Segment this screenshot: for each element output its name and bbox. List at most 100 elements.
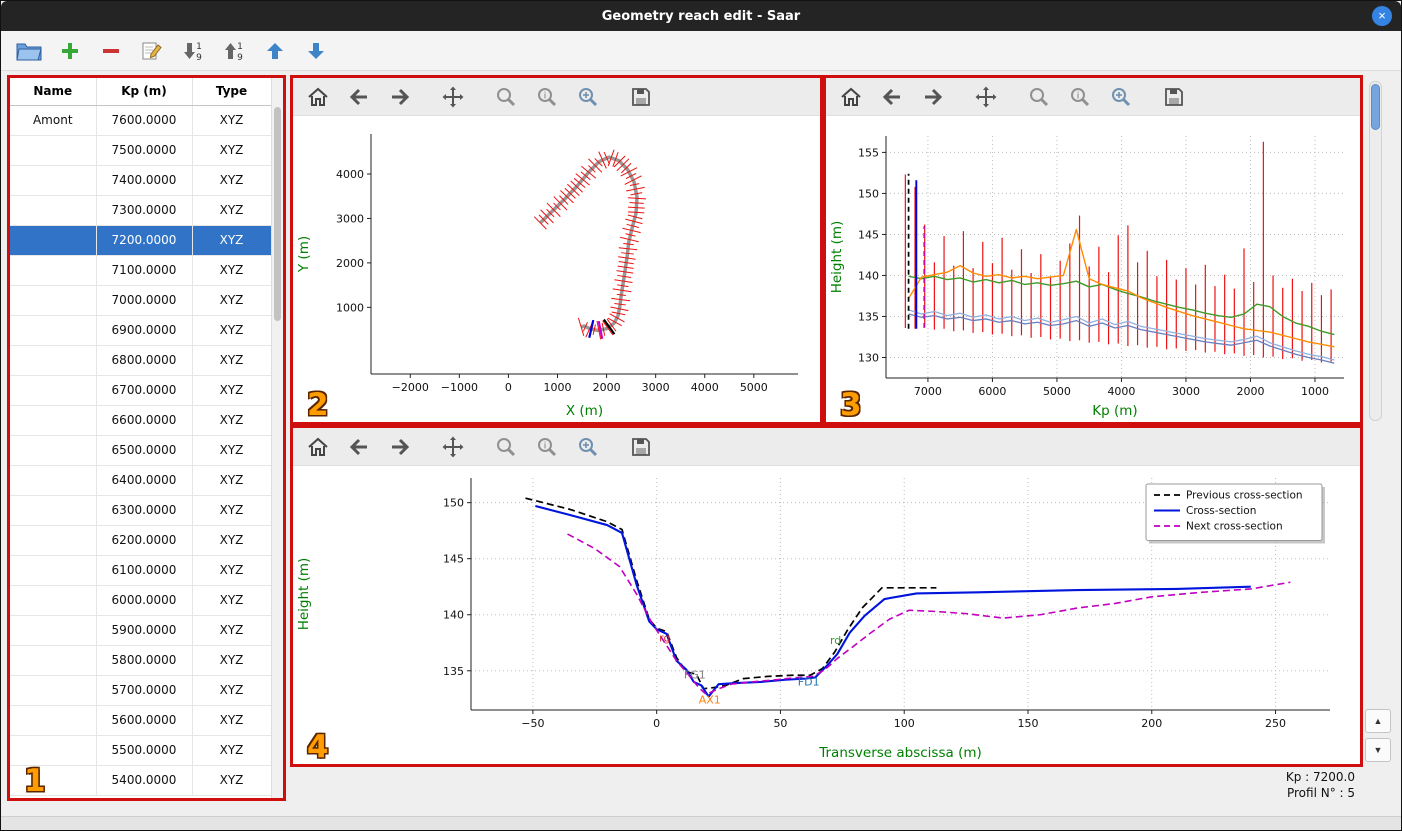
table-row[interactable]: 7500.0000 XYZ [10,135,272,166]
table-cell[interactable] [10,255,97,286]
table-cell[interactable]: XYZ [192,705,272,736]
profile-scrollbar[interactable] [1369,81,1382,421]
move-up-button[interactable] [261,37,289,65]
table-cell[interactable]: XYZ [192,495,272,526]
table-cell[interactable]: 6000.0000 [96,585,193,616]
table-cell[interactable]: XYZ [192,195,272,226]
titlebar[interactable]: Geometry reach edit - Saar × [1,1,1401,31]
zoom-original-button[interactable]: i [532,82,562,112]
table-cell[interactable] [10,345,97,376]
table-row[interactable]: 7400.0000 XYZ [10,165,272,196]
table-cell[interactable]: 6800.0000 [96,345,193,376]
table-cell[interactable]: 7300.0000 [96,195,193,226]
remove-row-button[interactable] [97,37,125,65]
back-button[interactable] [344,82,374,112]
table-cell[interactable]: Amont [10,105,97,136]
table-cell[interactable] [10,165,97,196]
move-down-button[interactable] [302,37,330,65]
home-button[interactable] [836,82,866,112]
save-button[interactable] [1159,82,1189,112]
table-row[interactable]: Amont 7600.0000 XYZ [10,105,272,136]
table-cell[interactable] [10,675,97,706]
zoom-button[interactable] [491,82,521,112]
table-row[interactable]: 7000.0000 XYZ [10,285,272,316]
table-scrollbar-thumb[interactable] [274,107,281,321]
table-row[interactable]: 5800.0000 XYZ [10,645,272,676]
table-cell[interactable]: XYZ [192,735,272,766]
table-cell[interactable]: 7200.0000 [96,225,193,256]
table-cell[interactable] [10,525,97,556]
table-row[interactable]: 7300.0000 XYZ [10,195,272,226]
table-cell[interactable]: 5500.0000 [96,735,193,766]
table-cell[interactable]: XYZ [192,465,272,496]
table-cell[interactable]: 6500.0000 [96,435,193,466]
edit-button[interactable] [138,37,166,65]
longitudinal-profile-chart[interactable]: 7000 6000 5000 4000 3000 2000 1000 130 135 140 145… [826,116,1360,422]
table-cell[interactable]: XYZ [192,165,272,196]
table-cell[interactable]: 7400.0000 [96,165,193,196]
table-cell[interactable] [10,315,97,346]
zoom-button[interactable] [1024,82,1054,112]
table-row[interactable]: 6800.0000 XYZ [10,345,272,376]
column-header-kp[interactable]: Kp (m) [96,78,193,106]
table-row[interactable]: 6300.0000 XYZ [10,495,272,526]
column-header-type[interactable]: Type [192,78,272,106]
back-button[interactable] [344,432,374,462]
table-cell[interactable] [10,195,97,226]
table-cell[interactable]: 7100.0000 [96,255,193,286]
table-row[interactable]: 6900.0000 XYZ [10,315,272,346]
table-cell[interactable]: 7500.0000 [96,135,193,166]
table-cell[interactable]: 6400.0000 [96,465,193,496]
column-header-name[interactable]: Name [10,78,97,106]
table-cell[interactable]: 6200.0000 [96,525,193,556]
table-cell[interactable] [10,495,97,526]
table-cell[interactable] [10,435,97,466]
back-button[interactable] [877,82,907,112]
zoom-rect-button[interactable] [1106,82,1136,112]
forward-button[interactable] [918,82,948,112]
table-cell[interactable]: XYZ [192,675,272,706]
forward-button[interactable] [385,432,415,462]
sort-descending-button[interactable]: 1 9 [220,37,248,65]
table-cell[interactable]: 6600.0000 [96,405,193,436]
table-cell[interactable] [10,705,97,736]
table-cell[interactable]: 6300.0000 [96,495,193,526]
plan-view-chart[interactable]: −2000 −1000 0 1000 2000 3000 4000 5000 1000 2000 3… [293,116,820,422]
table-row[interactable]: 5500.0000 XYZ [10,735,272,766]
profile-down-button[interactable]: ▼ [1365,738,1391,762]
table-cell[interactable]: 6700.0000 [96,375,193,406]
table-cell[interactable] [10,135,97,166]
table-row[interactable]: 6700.0000 XYZ [10,375,272,406]
pan-button[interactable] [438,82,468,112]
table-row[interactable]: 5600.0000 XYZ [10,705,272,736]
table-cell[interactable] [10,765,97,796]
table-cell[interactable] [10,405,97,436]
table-cell[interactable]: XYZ [192,255,272,286]
table-cell[interactable]: 5900.0000 [96,615,193,646]
table-cell[interactable]: 7600.0000 [96,105,193,136]
table-scrollbar[interactable] [271,78,283,798]
table-row[interactable]: 6200.0000 XYZ [10,525,272,556]
zoom-rect-button[interactable] [573,82,603,112]
table-cell[interactable]: 5700.0000 [96,675,193,706]
table-cell[interactable]: XYZ [192,105,272,136]
table-cell[interactable]: XYZ [192,585,272,616]
open-file-button[interactable] [15,37,43,65]
table-row[interactable]: 6500.0000 XYZ [10,435,272,466]
table-row[interactable]: 5400.0000 XYZ [10,765,272,796]
save-button[interactable] [626,82,656,112]
table-cell[interactable]: XYZ [192,645,272,676]
table-row[interactable]: 5900.0000 XYZ [10,615,272,646]
table-cell[interactable] [10,615,97,646]
table-cell[interactable]: 5400.0000 [96,765,193,796]
pan-button[interactable] [971,82,1001,112]
table-cell[interactable]: XYZ [192,525,272,556]
table-row[interactable]: 6600.0000 XYZ [10,405,272,436]
table-cell[interactable]: XYZ [192,345,272,376]
table-row[interactable]: 6000.0000 XYZ [10,585,272,616]
profile-up-button[interactable]: ▲ [1365,709,1391,733]
table-cell[interactable]: 6900.0000 [96,315,193,346]
table-cell[interactable] [10,225,97,256]
table-cell[interactable] [10,375,97,406]
table-cell[interactable] [10,645,97,676]
